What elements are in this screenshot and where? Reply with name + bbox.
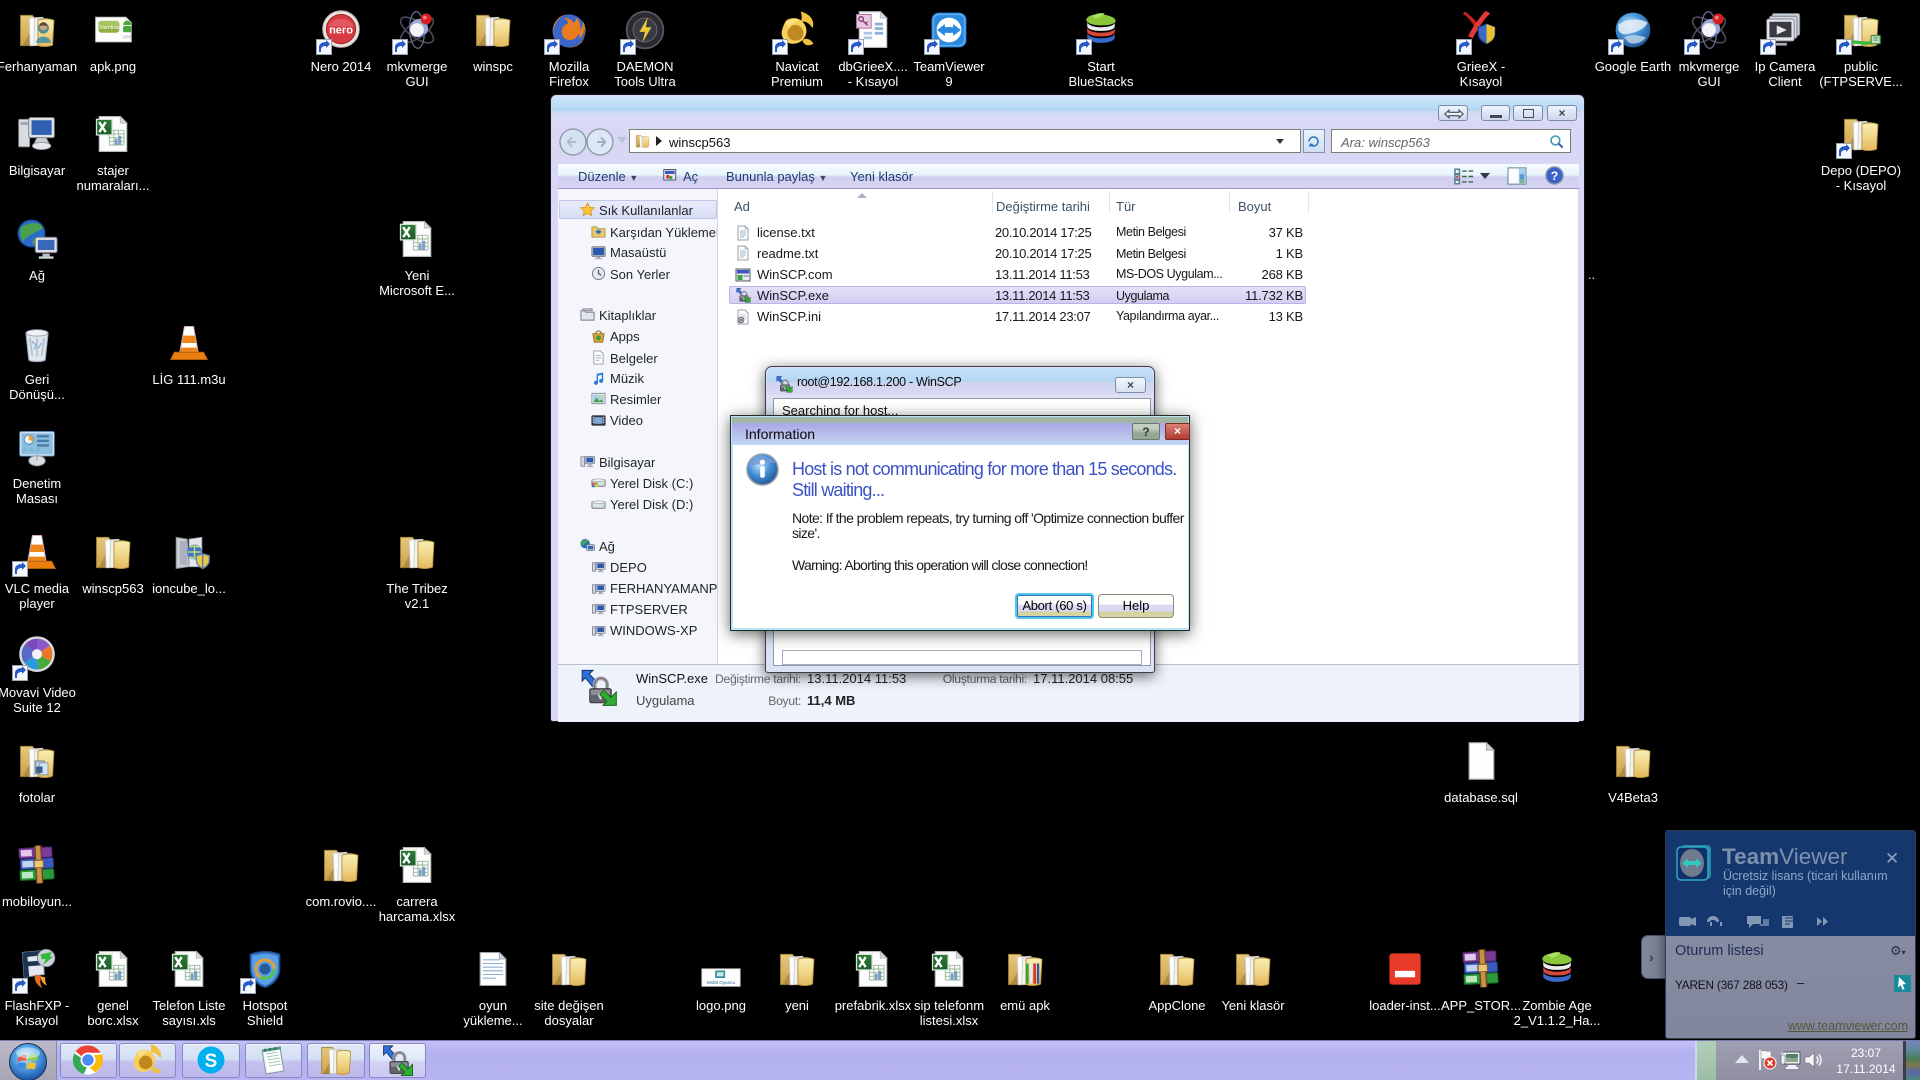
svg-text:?: ? <box>1551 169 1559 183</box>
